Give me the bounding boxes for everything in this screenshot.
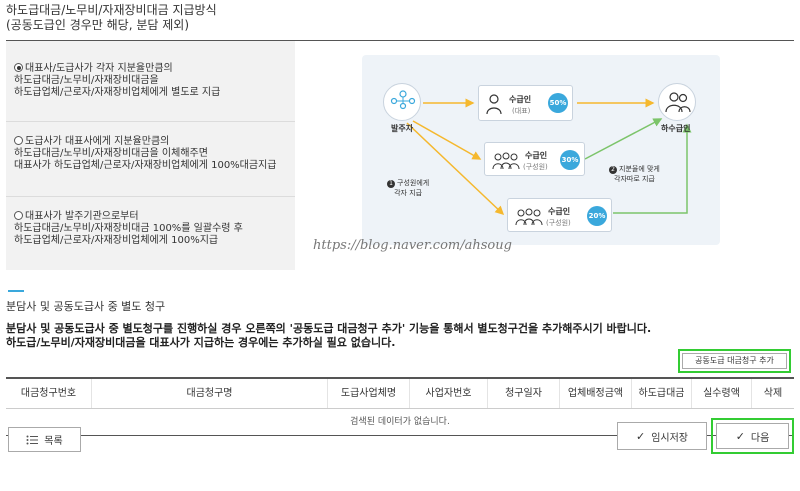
option-1-line-2: 하도급대금/노무비/자재장비대금을 [14, 75, 159, 86]
note-1-number: 1 [387, 180, 395, 188]
payment-method-box: 대표사/도급사가 각자 지분율만큼의 하도급대금/노무비/자재장비대금을 하도급… [6, 40, 794, 270]
separate-claim-description: 분담사 및 공동도급사 중 별도청구를 진행하실 경우 오른쪽의 '공동도급 대… [6, 322, 651, 350]
recipient-member1-sub: (구성원) [523, 163, 548, 171]
col-claim-number: 대금청구번호 [6, 379, 92, 408]
col-delete: 삭제 [763, 388, 783, 399]
recipient-rep-label: 수급인 [509, 95, 532, 104]
note-1: 1 구성원에게 각자 지급 [387, 178, 429, 198]
group-people-icon [515, 208, 543, 226]
note-2-number: 2 [609, 166, 617, 174]
col-claim-date: 청구일자 [488, 379, 560, 408]
col-net-amount: 실수령액 [692, 379, 752, 408]
next-button-highlight: ✓ 다음 [711, 418, 794, 454]
option-2-line-1: 도급사가 대표사에게 지분율만큼의 [25, 136, 170, 147]
separate-claim-title: 분담사 및 공동도급사 중 별도 청구 [6, 300, 166, 313]
note-2-line-1: 지분율에 맞게 [619, 165, 660, 173]
col-assigned-amount: 업체배정금액 [560, 379, 632, 408]
add-joint-claim-button[interactable]: 공동도급 대금청구 추가 [682, 353, 787, 369]
add-joint-claim-highlight: 공동도급 대금청구 추가 [678, 349, 791, 373]
check-icon: ✓ [735, 429, 745, 443]
recipient-member1-label: 수급인 [525, 151, 548, 160]
subcontractor-node [658, 83, 696, 121]
recipient-member1-node: 수급인 (구성원) 30% [484, 142, 585, 176]
watermark: https://blog.naver.com/ahsoug [313, 238, 512, 253]
payment-options: 대표사/도급사가 각자 지분율만큼의 하도급대금/노무비/자재장비대금을 하도급… [6, 41, 295, 270]
recipient-member2-sub: (구성원) [546, 219, 571, 227]
col-contractor-name: 도급사업체명 [328, 379, 410, 408]
pct-rep-badge: 50% [548, 93, 568, 113]
people-icon [665, 92, 691, 113]
next-button-label: 다음 [750, 432, 770, 444]
col-subcontract-amount: 하도급대금 [632, 379, 692, 408]
arrow-member1-to-sub [584, 118, 663, 160]
col-business-number: 사업자번호 [410, 379, 488, 408]
radio-checked-icon[interactable] [14, 63, 23, 72]
option-1-line-3: 하도급업체/근로자/자재장비업체에게 별도로 지급 [14, 87, 221, 98]
recipient-rep-sub: (대표) [512, 107, 531, 115]
person-icon [486, 94, 502, 115]
col-claim-name: 대금청구명 [92, 379, 328, 408]
pct-member2-badge: 20% [587, 206, 607, 226]
note-1-line-1: 구성원에게 [397, 179, 430, 187]
table-header: 대금청구번호 대금청구명 도급사업체명 사업자번호 청구일자 업체배정금액 하도… [6, 379, 794, 409]
temp-save-button[interactable]: ✓ 임시저장 [617, 422, 707, 450]
note-2: 2 지분율에 맞게 각자따로 지급 [609, 164, 660, 184]
option-3-line-2: 하도급대금/노무비/자재장비대금 100%를 일괄수령 후 [14, 223, 243, 234]
list-icon [26, 435, 39, 444]
payment-option-3[interactable]: 대표사가 발주기관으로부터 하도급대금/노무비/자재장비대금 100%를 일괄수… [6, 196, 295, 270]
section-accent-bar [8, 290, 24, 292]
orderer-label: 발주자 [391, 124, 414, 133]
radio-icon[interactable] [14, 136, 23, 145]
description-line-2: 하도급/노무비/자재장비대금을 대표사가 지급하는 경우에는 추가하실 필요 없… [6, 336, 396, 349]
note-2-line-2: 각자따로 지급 [614, 175, 655, 183]
check-icon: ✓ [635, 429, 646, 443]
option-3-line-1: 대표사가 발주기관으로부터 [25, 211, 139, 222]
title-line-1: 하도급대금/노무비/자재장비대금 지급방식 [6, 3, 217, 17]
description-line-1: 분담사 및 공동도급사 중 별도청구를 진행하실 경우 오른쪽의 '공동도급 대… [6, 322, 652, 335]
network-people-icon [390, 90, 416, 110]
payment-option-2[interactable]: 도급사가 대표사에게 지분율만큼의 하도급대금/노무비/자재장비대금을 이체해주… [6, 121, 295, 196]
title-line-2: (공동도급인 경우만 해당, 분담 제외) [6, 18, 189, 32]
recipient-member2-label: 수급인 [548, 207, 571, 216]
recipient-rep-node: 수급인 (대표) 50% [478, 85, 573, 121]
subcontractor-label: 하수급인 [661, 124, 691, 133]
option-2-line-2: 하도급대금/노무비/자재장비대금을 이체해주면 [14, 148, 208, 159]
radio-icon[interactable] [14, 211, 23, 220]
arrow-to-member1 [412, 120, 482, 160]
list-button[interactable]: 목록 [8, 427, 81, 452]
option-2-line-3: 대표사가 하도급업체/근로자/자재장비업체에게 100%대금지급 [14, 160, 277, 171]
note-1-line-2: 각자 지급 [394, 189, 423, 197]
option-3-line-3: 하도급업체/근로자/자재장비업체에게 100%지급 [14, 235, 219, 246]
temp-save-label: 임시저장 [651, 432, 689, 444]
option-1-line-1: 대표사/도급사가 각자 지분율만큼의 [25, 63, 173, 74]
payment-flow-diagram: 발주자 수급인 (대표) 50% 수급인 (구성원) 30% 수급인 (구성원)… [295, 41, 794, 270]
group-people-icon [492, 152, 520, 170]
orderer-node [383, 83, 421, 121]
list-button-label: 목록 [44, 436, 63, 447]
recipient-member2-node: 수급인 (구성원) 20% [507, 198, 612, 232]
pct-member1-badge: 30% [560, 150, 580, 170]
payment-method-title: 하도급대금/노무비/자재장비대금 지급방식 (공동도급인 경우만 해당, 분담 … [6, 3, 217, 33]
next-button[interactable]: ✓ 다음 [716, 423, 789, 449]
payment-option-1[interactable]: 대표사/도급사가 각자 지분율만큼의 하도급대금/노무비/자재장비대금을 하도급… [6, 41, 295, 121]
